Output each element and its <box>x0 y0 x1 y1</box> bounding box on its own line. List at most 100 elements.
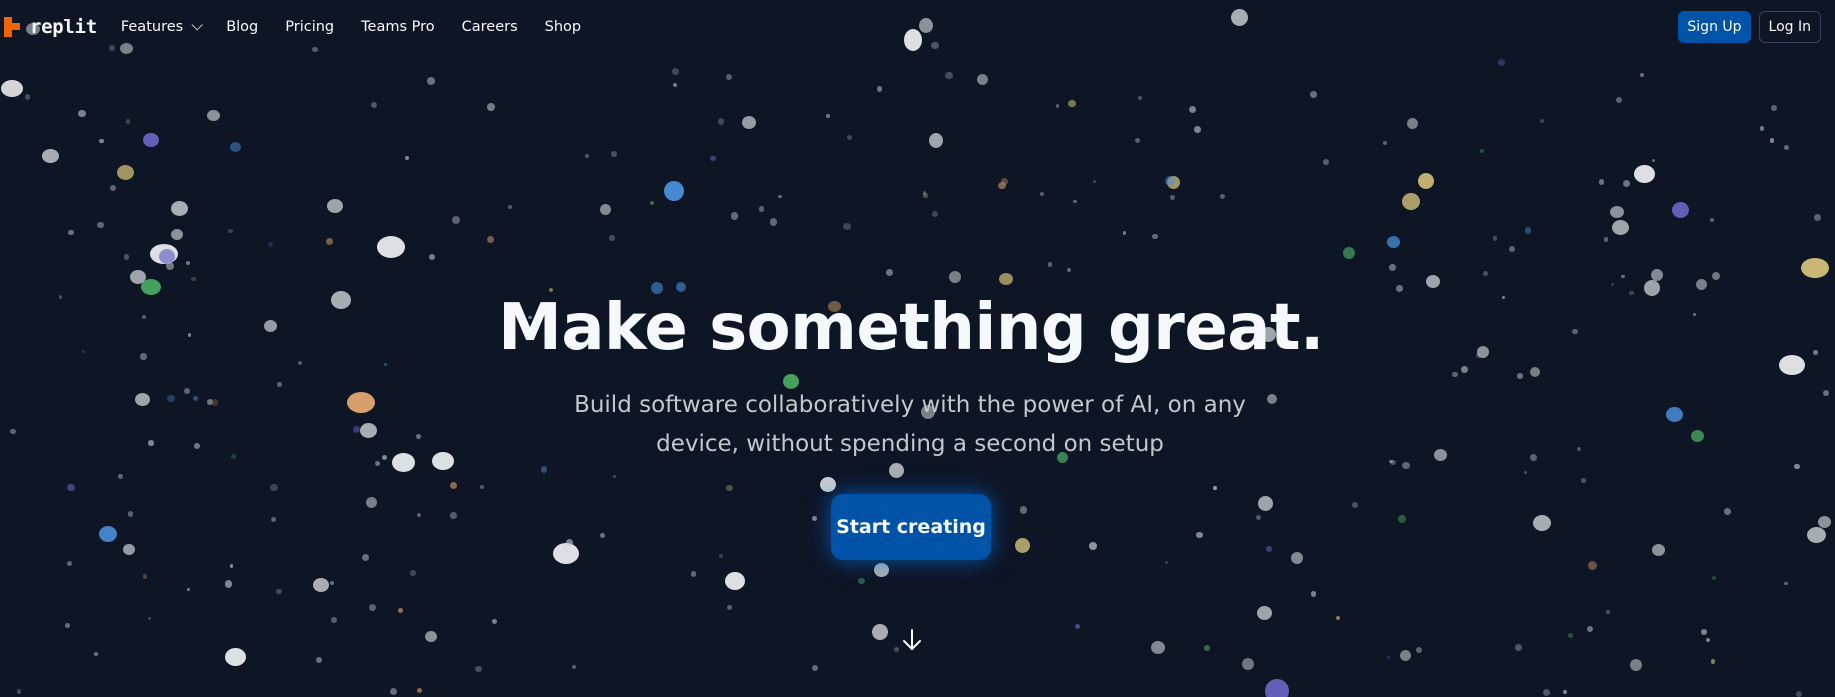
particle <box>1497 58 1505 66</box>
particle <box>475 666 482 673</box>
particle <box>1219 193 1225 199</box>
particle <box>812 665 818 671</box>
particle <box>609 235 615 241</box>
particle <box>116 164 134 180</box>
particle <box>1242 658 1254 670</box>
particle <box>1092 179 1097 184</box>
particle <box>150 244 178 264</box>
particle <box>167 394 175 403</box>
nav-link-features[interactable]: Features <box>121 19 203 35</box>
particle <box>361 553 369 562</box>
particle <box>820 476 836 492</box>
particle <box>1418 173 1434 189</box>
particle <box>65 622 70 628</box>
particle <box>313 578 329 592</box>
particle <box>425 630 437 642</box>
particle <box>999 273 1013 285</box>
particle <box>584 154 589 159</box>
particle <box>123 543 135 555</box>
particle <box>976 73 988 85</box>
particle <box>276 382 282 388</box>
particle <box>143 133 159 147</box>
particle <box>872 624 888 640</box>
nav-link-teams-pro[interactable]: Teams Pro <box>361 19 435 35</box>
nav-link-careers[interactable]: Careers <box>462 19 518 35</box>
particle <box>191 276 197 282</box>
particle <box>171 228 183 240</box>
particle <box>170 200 188 216</box>
sign-up-button[interactable]: Sign Up <box>1678 11 1751 43</box>
particle <box>1398 514 1406 523</box>
particle <box>1452 371 1458 378</box>
particle <box>1509 245 1516 252</box>
particle <box>944 71 953 80</box>
particle <box>1075 624 1080 630</box>
particle <box>93 652 98 657</box>
arrow-down-icon[interactable] <box>899 627 925 653</box>
particle <box>1525 227 1532 234</box>
nav-link-shop[interactable]: Shop <box>545 19 581 35</box>
particle <box>843 222 851 231</box>
particle <box>276 588 282 595</box>
particle <box>1399 649 1411 661</box>
particle <box>130 270 146 284</box>
particle <box>1170 195 1175 200</box>
replit-logo[interactable]: replit <box>4 12 97 42</box>
particle <box>922 191 926 195</box>
particle <box>1530 367 1540 377</box>
particle <box>540 466 548 473</box>
particle <box>325 237 333 245</box>
nav-link-blog[interactable]: Blog <box>226 19 258 35</box>
nav-links: Features Blog Pricing Teams Pro Careers … <box>121 19 608 35</box>
particle <box>1621 274 1625 279</box>
particle <box>382 454 388 460</box>
particle <box>67 561 73 567</box>
particle <box>664 181 684 201</box>
particle <box>1256 606 1272 620</box>
particle <box>727 605 733 611</box>
particle <box>1610 206 1624 218</box>
start-creating-button[interactable]: Start creating <box>831 494 991 560</box>
particle <box>410 569 417 577</box>
particle <box>1605 609 1611 615</box>
particle <box>426 76 435 85</box>
particle <box>1542 689 1551 697</box>
particle <box>1152 234 1158 240</box>
particle <box>331 616 338 623</box>
particle <box>1402 461 1410 469</box>
particle <box>873 563 889 577</box>
particle <box>449 481 457 490</box>
particle <box>269 483 278 492</box>
particle <box>370 101 377 108</box>
particle <box>1759 125 1765 131</box>
particle <box>690 570 697 577</box>
nav-link-pricing[interactable]: Pricing <box>285 19 334 35</box>
particle <box>876 86 883 92</box>
particle <box>148 440 154 446</box>
particle <box>1580 477 1586 483</box>
particle <box>1134 137 1140 143</box>
log-in-button[interactable]: Log In <box>1758 11 1821 43</box>
particle <box>186 587 190 591</box>
particle <box>185 260 190 265</box>
particle <box>1712 272 1720 280</box>
particle <box>487 103 495 111</box>
particle <box>1651 269 1663 281</box>
particle <box>1651 544 1665 556</box>
particle <box>1770 104 1778 112</box>
particle <box>1539 118 1545 124</box>
particle <box>1784 145 1790 151</box>
particle <box>1705 637 1711 643</box>
particle <box>1530 454 1537 461</box>
particle <box>758 206 765 212</box>
particle <box>508 204 513 209</box>
particle <box>1 79 23 97</box>
nav-actions: Sign Up Log In <box>1678 11 1821 43</box>
chevron-down-icon <box>191 19 203 31</box>
particle <box>1796 691 1803 697</box>
particle <box>194 442 201 449</box>
particle <box>1482 270 1488 276</box>
particle <box>1710 659 1716 664</box>
particle <box>1813 213 1821 221</box>
particle <box>1640 73 1644 78</box>
